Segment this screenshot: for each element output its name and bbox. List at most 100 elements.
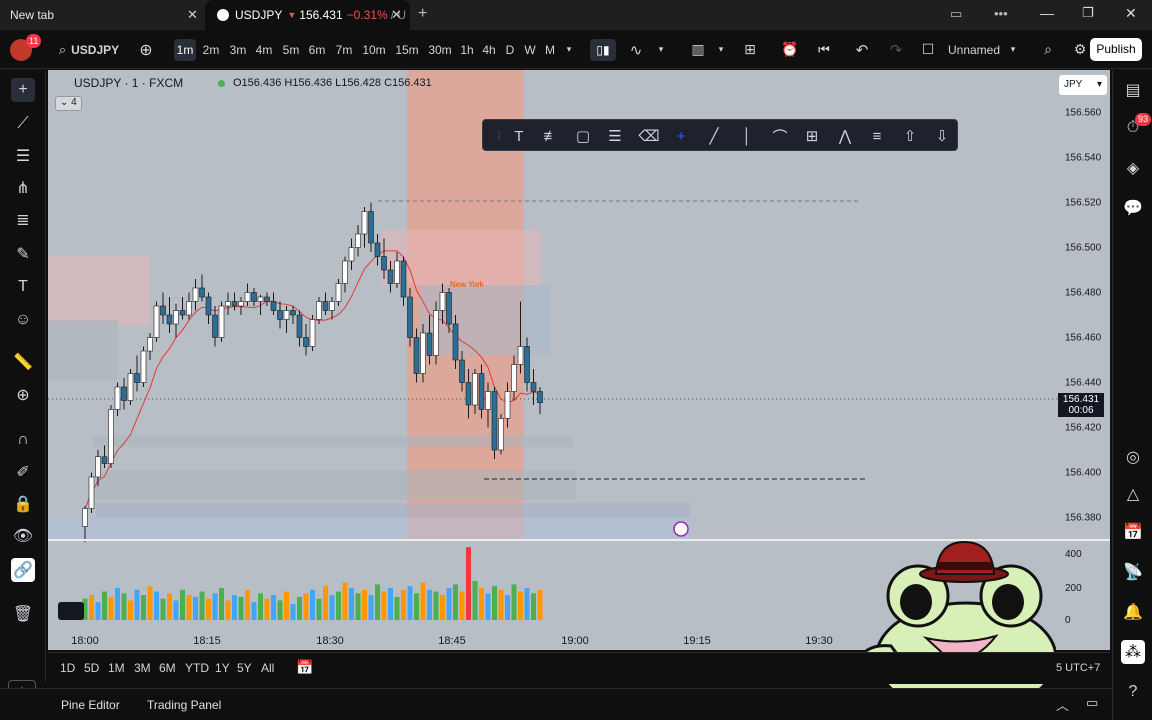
magnet-icon[interactable]: ∩: [11, 428, 35, 452]
timeframe-10m[interactable]: 10m: [361, 39, 387, 61]
horizontal-lines-icon[interactable]: ☰: [11, 144, 35, 168]
timeframe-2m[interactable]: 2m: [200, 39, 222, 61]
layout-select-icon[interactable]: ☐: [918, 30, 938, 69]
close-window-icon[interactable]: ✕: [1125, 5, 1137, 22]
range-ytd[interactable]: YTD: [185, 661, 209, 675]
timeframe-15m[interactable]: 15m: [393, 39, 421, 61]
more-icon[interactable]: •••: [994, 6, 1008, 21]
alert-icon[interactable]: ⏰: [778, 30, 802, 69]
line-tool-icon[interactable]: ╱: [702, 124, 726, 148]
tab-pine-editor[interactable]: Pine Editor: [61, 698, 120, 712]
range-5y[interactable]: 5Y: [237, 661, 252, 675]
chevron-down-icon[interactable]: ▾: [1006, 30, 1020, 69]
timeframe-D[interactable]: D: [502, 39, 518, 61]
lock-icon[interactable]: 🔒: [11, 492, 35, 516]
eraser-icon[interactable]: ⌫: [637, 124, 661, 148]
pattern-tool-icon[interactable]: ⋀: [833, 124, 857, 148]
triangle-icon[interactable]: △: [1121, 482, 1145, 506]
timeframe-5m[interactable]: 5m: [280, 39, 302, 61]
chat-icon[interactable]: 💬: [1121, 196, 1145, 220]
text-tool-icon[interactable]: T: [507, 124, 531, 148]
replay-icon[interactable]: ⏮: [812, 30, 836, 69]
timeframe-1h[interactable]: 1h: [458, 39, 476, 61]
restore-icon[interactable]: ❐: [1082, 5, 1094, 21]
symbol-legend[interactable]: USDJPY · 1 · FXCM: [74, 76, 183, 90]
timeframe-1m[interactable]: 1m: [174, 39, 196, 61]
timeframe-W[interactable]: W: [522, 39, 538, 61]
range-3m[interactable]: 3M: [134, 661, 151, 675]
trash-icon[interactable]: 🗑: [11, 602, 35, 626]
browser-tab-new[interactable]: New tab: [10, 0, 200, 30]
crosshair-icon[interactable]: +: [11, 78, 35, 102]
arrow-down-icon[interactable]: ⇩: [930, 124, 954, 148]
arrow-up-icon[interactable]: ⇧: [898, 124, 922, 148]
timezone-label[interactable]: 5 UTC+7: [1056, 662, 1100, 674]
cast-icon[interactable]: ▭: [950, 6, 962, 22]
layout-grid-icon[interactable]: ⊞: [738, 30, 762, 69]
curve-tool-icon[interactable]: ⌒: [768, 124, 792, 148]
watchlist-icon[interactable]: ▤: [1121, 78, 1145, 102]
broadcast-icon[interactable]: 📡: [1121, 560, 1145, 584]
close-tab-icon[interactable]: ✕: [187, 7, 198, 23]
trend-line-icon[interactable]: ⟋: [11, 112, 35, 136]
indicators-icon[interactable]: ∿: [624, 30, 648, 69]
target-icon[interactable]: ◎: [1121, 445, 1145, 469]
multi-lines-icon[interactable]: ≡: [865, 124, 889, 148]
new-tab-icon[interactable]: +: [418, 5, 427, 23]
fib-tool-icon[interactable]: ≢: [539, 124, 563, 148]
range-5d[interactable]: 5D: [84, 661, 99, 675]
timeframe-6m[interactable]: 6m: [306, 39, 328, 61]
vertical-line-icon[interactable]: │: [735, 124, 759, 148]
link-icon[interactable]: 🔗: [11, 558, 35, 582]
timeframe-4m[interactable]: 4m: [253, 39, 275, 61]
rectangle-tool-icon[interactable]: ▢: [571, 124, 595, 148]
timeframe-30m[interactable]: 30m: [426, 39, 454, 61]
quick-search-icon[interactable]: ⌕: [1036, 30, 1060, 69]
chevron-down-icon[interactable]: ▾: [562, 30, 576, 69]
timeframe-M[interactable]: M: [542, 39, 558, 61]
grid-tool-icon[interactable]: ⊞: [800, 124, 824, 148]
range-1y[interactable]: 1Y: [215, 661, 230, 675]
notifications-bell-icon[interactable]: 🔔: [1121, 600, 1145, 624]
chevron-down-icon[interactable]: ▾: [714, 30, 728, 69]
minimize-icon[interactable]: —: [1040, 5, 1054, 21]
chevron-down-icon[interactable]: ▾: [654, 30, 668, 69]
help-icon[interactable]: ?: [1121, 680, 1145, 704]
compare-symbol-icon[interactable]: ⊕: [136, 30, 156, 69]
pencil-lock-icon[interactable]: ✐: [11, 460, 35, 484]
emoji-icon[interactable]: ☺: [11, 308, 35, 332]
range-1m[interactable]: 1M: [108, 661, 125, 675]
maximize-panel-icon[interactable]: ▭: [1086, 695, 1098, 711]
range-6m[interactable]: 6M: [159, 661, 176, 675]
collapse-panel-icon[interactable]: ︿: [1056, 695, 1069, 714]
calendar-icon[interactable]: 📅: [1121, 520, 1145, 544]
symbol-search-button[interactable]: ⌕ USDJPY: [54, 30, 124, 69]
indicators-toggle[interactable]: ⌄ 4: [55, 96, 82, 111]
range-all[interactable]: All: [261, 661, 274, 675]
layout-name[interactable]: Unnamed: [946, 30, 1002, 69]
redo-icon[interactable]: ↷: [884, 30, 908, 69]
range-1d[interactable]: 1D: [60, 661, 75, 675]
zoom-in-icon[interactable]: ⊕: [11, 383, 35, 407]
ruler-icon[interactable]: 📏: [11, 350, 35, 374]
lines-tool-icon[interactable]: ☰: [603, 124, 627, 148]
undo-icon[interactable]: ↶: [850, 30, 874, 69]
crosshair-tool-icon[interactable]: +: [669, 124, 693, 148]
brush-icon[interactable]: ✎: [11, 242, 35, 266]
candles-type-icon[interactable]: ▯▮: [590, 39, 616, 61]
fib-icon[interactable]: ≣: [11, 208, 35, 232]
apps-grid-icon[interactable]: ⁂: [1121, 640, 1145, 664]
layers-icon[interactable]: ◈: [1121, 156, 1145, 180]
settings-icon[interactable]: ⚙: [1068, 30, 1092, 69]
publish-button[interactable]: Publish: [1090, 38, 1142, 61]
browser-tab-usdjpy[interactable]: USDJPY ▼ 156.431 −0.31% / U: [205, 0, 410, 30]
timeframe-7m[interactable]: 7m: [333, 39, 355, 61]
templates-icon[interactable]: ▥: [686, 30, 710, 69]
currency-selector[interactable]: JPY ▾: [1059, 75, 1107, 95]
tab-trading-panel[interactable]: Trading Panel: [147, 698, 221, 712]
close-tab-icon[interactable]: ✕: [391, 7, 402, 23]
timeframe-3m[interactable]: 3m: [227, 39, 249, 61]
timeframe-4h[interactable]: 4h: [480, 39, 498, 61]
date-range-calendar-icon[interactable]: 📅: [296, 659, 313, 676]
text-icon[interactable]: T: [11, 275, 35, 299]
